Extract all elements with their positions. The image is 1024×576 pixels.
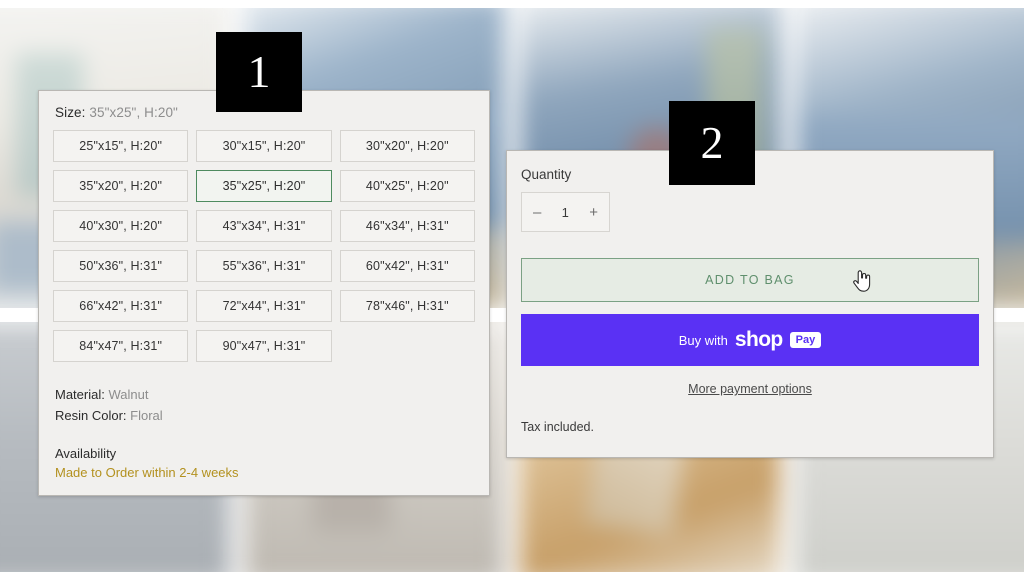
size-option[interactable]: 40"x30", H:20" [53, 210, 189, 242]
annotation-badge-2: 2 [669, 101, 755, 185]
quantity-input[interactable]: 1 [562, 205, 569, 220]
availability-value: Made to Order within 2-4 weeks [55, 465, 239, 480]
tax-note: Tax included. [521, 420, 594, 434]
shop-pay-button[interactable]: Buy with shop Pay [521, 314, 979, 366]
purchase-panel: Quantity – 1 + ADD TO BAG Buy with shop … [506, 150, 994, 458]
size-option[interactable]: 35"x20", H:20" [53, 170, 189, 202]
resin-color-value: Floral [130, 408, 163, 423]
size-option[interactable]: 30"x15", H:20" [196, 130, 332, 162]
size-option[interactable]: 55"x36", H:31" [196, 250, 332, 282]
size-option[interactable]: 35"x25", H:20" [196, 170, 332, 202]
material-row: Material: Walnut [55, 384, 473, 405]
resin-color-label: Resin Color: [55, 408, 127, 423]
product-attributes: Material: Walnut Resin Color: Floral [39, 362, 489, 426]
size-option[interactable]: 78"x46", H:31" [339, 290, 475, 322]
size-options-grid: 25"x15", H:20" 30"x15", H:20" 30"x20", H:2… [39, 130, 489, 362]
add-to-bag-button[interactable]: ADD TO BAG [521, 258, 979, 302]
shop-pay-badge: Pay [789, 331, 822, 349]
material-value: Walnut [108, 387, 149, 402]
shop-pay-prefix: Buy with [678, 332, 728, 348]
size-option[interactable]: 43"x34", H:31" [196, 210, 332, 242]
quantity-decrease-button[interactable]: – [533, 205, 541, 220]
size-option[interactable]: 40"x25", H:20" [339, 170, 475, 202]
size-option[interactable]: 84"x47", H:31" [53, 330, 189, 362]
more-payment-options-link[interactable]: More payment options [521, 382, 979, 396]
screenshot-root: Size: 35"x25", H:20" 25"x15", H:20" 30"x1… [0, 0, 1024, 576]
page-gutter [0, 572, 1024, 576]
add-to-bag-label: ADD TO BAG [705, 273, 795, 287]
size-option[interactable]: 72"x44", H:31" [196, 290, 332, 322]
size-selection-panel: Size: 35"x25", H:20" 25"x15", H:20" 30"x1… [38, 90, 490, 496]
shop-logo-text: shop [734, 328, 783, 351]
availability-label: Availability [55, 446, 117, 461]
purchase-panel-body: Quantity – 1 + ADD TO BAG Buy with shop … [507, 151, 993, 434]
material-label: Material: [55, 387, 105, 402]
size-option[interactable]: 66"x42", H:31" [53, 290, 189, 322]
size-option[interactable]: 25"x15", H:20" [53, 130, 189, 162]
size-option[interactable]: 90"x47", H:31" [196, 330, 332, 362]
size-option[interactable]: 60"x42", H:31" [339, 250, 475, 282]
size-option[interactable]: 46"x34", H:31" [339, 210, 475, 242]
quantity-increase-button[interactable]: + [589, 205, 598, 220]
annotation-badge-1: 1 [216, 32, 302, 112]
page-gutter [0, 0, 1024, 8]
size-option[interactable]: 30"x20", H:20" [339, 130, 475, 162]
size-label: Size: [55, 105, 86, 120]
resin-color-row: Resin Color: Floral [55, 405, 473, 426]
size-option[interactable]: 50"x36", H:31" [53, 250, 189, 282]
quantity-stepper[interactable]: – 1 + [521, 192, 610, 232]
size-selected-value: 35"x25", H:20" [89, 105, 178, 120]
